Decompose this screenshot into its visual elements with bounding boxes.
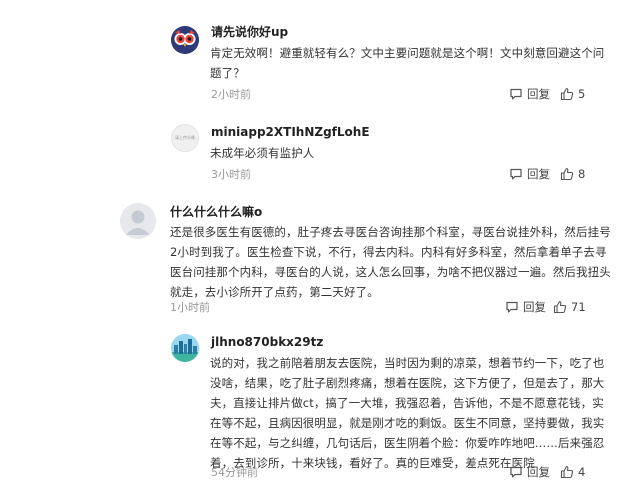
like-button[interactable]: 5 <box>560 87 585 101</box>
comment-text-line: 2小时到我了。医生检查下说，不行，得去内科。内科有好多科室，然后拿着单子去寻 <box>170 245 607 259</box>
comment-timestamp: 2小时前 <box>211 88 251 101</box>
reply-button[interactable]: 回复 <box>509 87 550 101</box>
comment-username[interactable]: 请先说你好up <box>211 24 288 40</box>
comment-text-line: 题了？ <box>210 66 245 80</box>
comment-text: 说的对，我之前陪着朋友去医院，当时因为剩的凉菜，想着节约一下，吃了也 没啥，结果… <box>210 353 620 473</box>
reply-button[interactable]: 回复 <box>509 465 550 479</box>
thumbs-up-icon <box>553 300 567 314</box>
reply-button[interactable]: 回复 <box>509 167 550 181</box>
comment-text-line: 就走，去小诊所开了点药，第二天好了。 <box>170 285 379 299</box>
comment-timestamp: 1小时前 <box>170 301 210 314</box>
reply-label: 回复 <box>527 87 550 101</box>
comment-item: jlhno870bkx29tz 说的对，我之前陪着朋友去医院，当时因为剩的凉菜，… <box>0 320 640 481</box>
avatar[interactable] <box>171 334 199 362</box>
reply-icon <box>506 301 518 313</box>
comment-item: 请上传头像 miniapp2XTIhNZgfLohE 未成年必须有监护人 3小时… <box>0 110 640 190</box>
comment-timestamp: 54分钟前 <box>211 466 258 479</box>
default-user-icon <box>120 203 156 239</box>
comment-text-line: 夫，直接让排片做ct，搞了一大堆，我强忍着，告诉他，不是不愿意花钱，实 <box>210 396 604 410</box>
like-count: 8 <box>578 167 586 181</box>
comment-text-line: 还是很多医生有医德的，肚子疼去寻医台咨询挂那个科室，寻医台说挂外科，然后挂号 <box>170 225 611 239</box>
like-button[interactable]: 71 <box>553 300 586 314</box>
reply-label: 回复 <box>527 465 550 479</box>
avatar[interactable] <box>171 26 199 54</box>
comment-text-line: 没啥，结果，吃了肚子剧烈疼痛，想着在医院，这下方便了，但是去了，那大 <box>210 376 605 390</box>
comment-text-line: 在等不起，且病因很明显，就是刚才吃的剩饭。医生不同意，坚持要做，我实 <box>210 416 605 430</box>
like-count: 4 <box>578 465 586 479</box>
comment-username[interactable]: miniapp2XTIhNZgfLohE <box>211 124 370 140</box>
avatar[interactable] <box>120 203 156 239</box>
reply-icon <box>510 466 522 478</box>
comment-username[interactable]: jlhno870bkx29tz <box>211 334 323 350</box>
comment-text-line: 着，去到诊所，十来块钱，看好了。真的巨难受，差点死在医院 <box>210 456 535 470</box>
comment-text-line: 医台问挂那个内科，寻医台的人说，这人怎么回事，为啥不把仪器过一遍。然后我扭头 <box>170 265 611 279</box>
comment-text: 还是很多医生有医德的，肚子疼去寻医台咨询挂那个科室，寻医台说挂外科，然后挂号 2… <box>170 222 620 302</box>
avatar[interactable]: 请上传头像 <box>171 124 199 152</box>
like-count: 71 <box>571 300 586 314</box>
comment-text: 肯定无效啊！避重就轻有么？文中主要问题就是这个啊！文中刻意回避这个问 题了？ <box>210 43 610 83</box>
comment-text-line: 在等不起，与之纠缠，几句话后，医生阴着个脸：你爱咋咋地吧……后来强忍 <box>210 436 605 450</box>
like-count: 5 <box>578 87 586 101</box>
like-button[interactable]: 8 <box>560 167 585 181</box>
thumbs-up-icon <box>560 167 574 181</box>
reply-label: 回复 <box>523 300 546 314</box>
thumbs-up-icon <box>560 465 574 479</box>
comment-item: 什么什么什么嘛o 还是很多医生有医德的，肚子疼去寻医台咨询挂那个科室，寻医台说挂… <box>0 190 640 320</box>
comment-text: 未成年必须有监护人 <box>210 143 610 163</box>
comment-item: 请先说你好up 肯定无效啊！避重就轻有么？文中主要问题就是这个啊！文中刻意回避这… <box>0 0 640 110</box>
thumbs-up-icon <box>560 87 574 101</box>
reply-button[interactable]: 回复 <box>505 300 546 314</box>
reply-label: 回复 <box>527 167 550 181</box>
city-skyline-avatar-icon <box>171 334 199 362</box>
comment-text-line: 未成年必须有监护人 <box>210 146 315 160</box>
comment-text-line: 说的对，我之前陪着朋友去医院，当时因为剩的凉菜，想着节约一下，吃了也 <box>210 356 605 370</box>
comment-text-line: 肯定无效啊！避重就轻有么？文中主要问题就是这个啊！文中刻意回避这个问 <box>210 46 605 60</box>
comment-username[interactable]: 什么什么什么嘛o <box>170 204 262 220</box>
like-button[interactable]: 4 <box>560 465 585 479</box>
reply-icon <box>510 168 522 180</box>
reply-icon <box>510 88 522 100</box>
comment-timestamp: 3小时前 <box>211 168 251 181</box>
avatar-placeholder-text: 请上传头像 <box>175 135 195 140</box>
owl-avatar-icon <box>171 26 199 54</box>
